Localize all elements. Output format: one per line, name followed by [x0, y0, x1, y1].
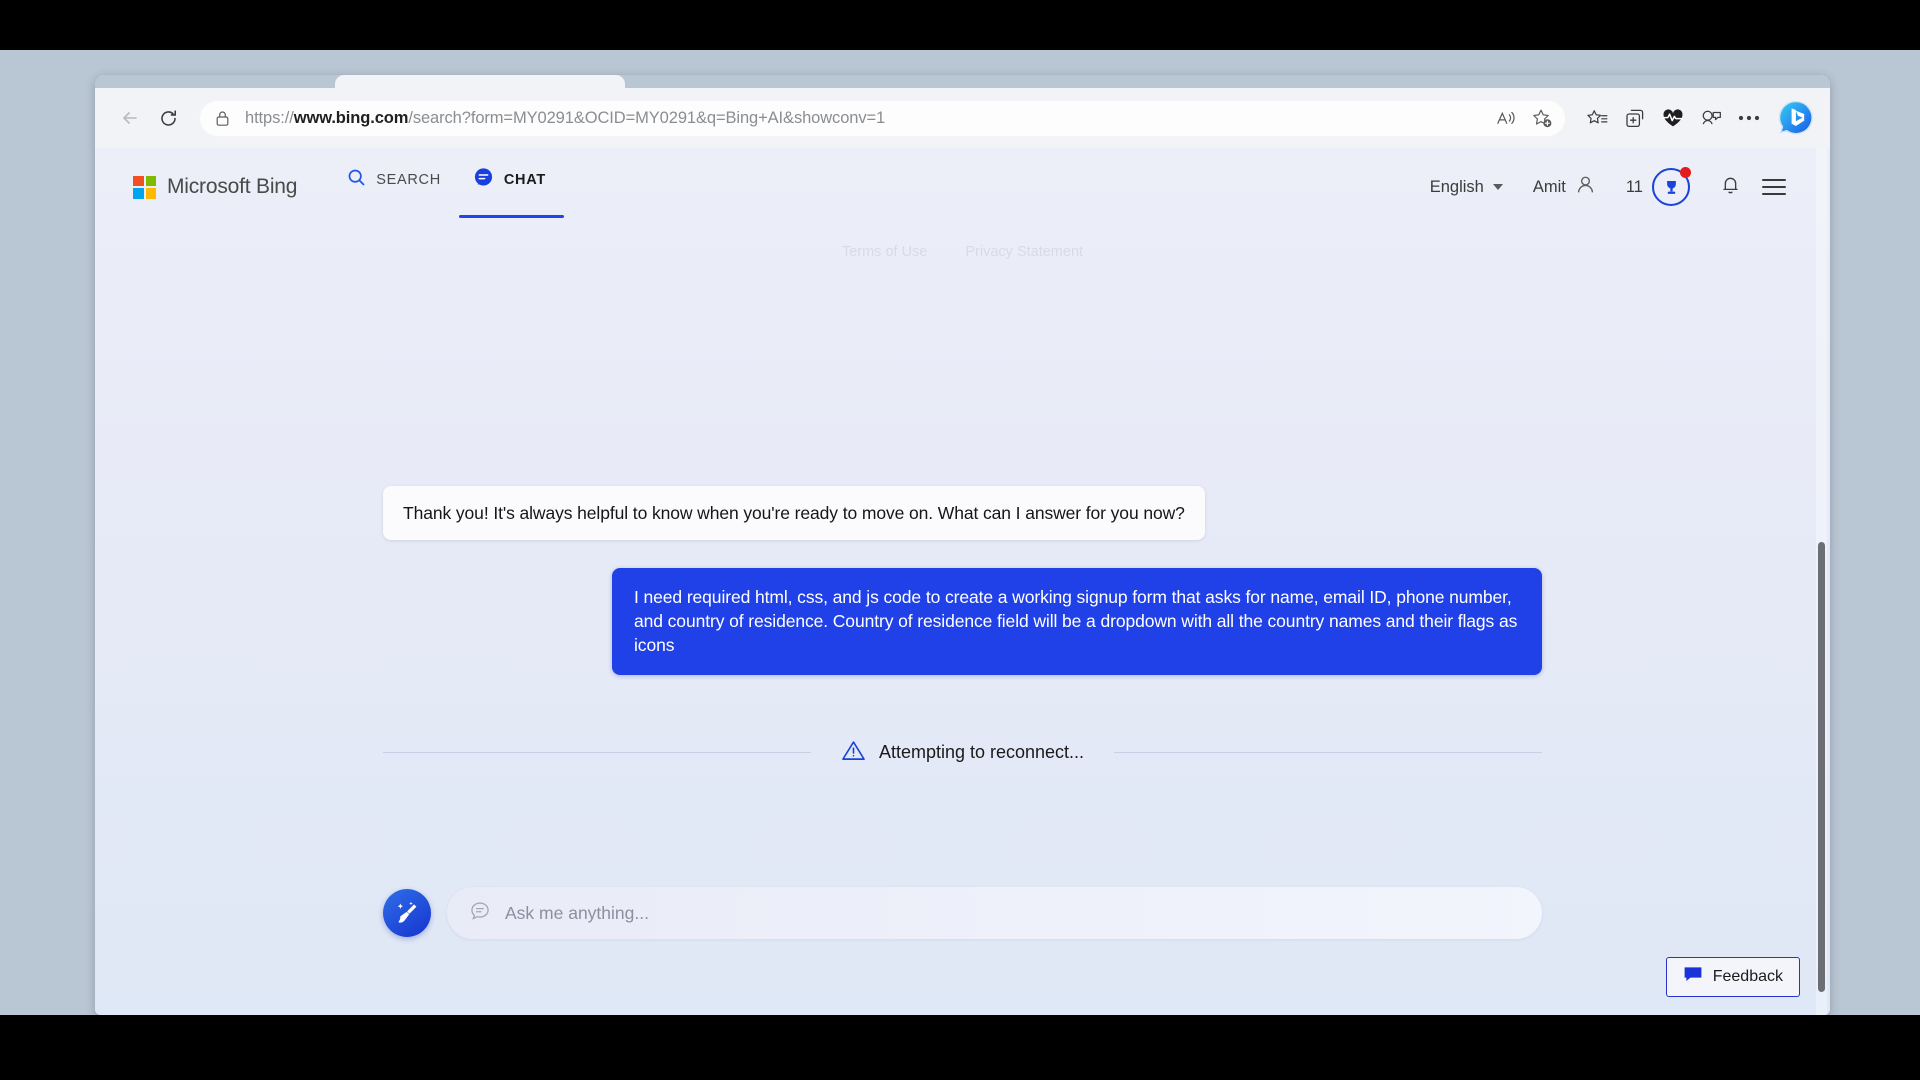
- rewards[interactable]: 11: [1611, 167, 1705, 206]
- microsoft-bing-logo[interactable]: Microsoft Bing: [133, 175, 297, 199]
- message-row-user: I need required html, css, and js code t…: [133, 568, 1792, 675]
- search-icon: [347, 168, 366, 192]
- tab-chat-label: CHAT: [503, 172, 546, 188]
- browser-toolbar: https://www.bing.com/search?form=MY0291&…: [95, 88, 1830, 148]
- copilot-bubbles-icon[interactable]: [1694, 101, 1728, 135]
- address-bar-actions: [1490, 102, 1558, 134]
- notification-dot: [1680, 167, 1691, 178]
- scrollbar-thumb[interactable]: [1818, 542, 1825, 992]
- bing-chat-logo-icon[interactable]: [1776, 98, 1816, 138]
- more-options-icon[interactable]: [1732, 101, 1766, 135]
- bell-icon: [1720, 174, 1741, 201]
- notifications-button[interactable]: [1705, 174, 1756, 201]
- bing-header: Microsoft Bing SEARCH CHAT English Amit …: [95, 148, 1830, 226]
- url-text: https://www.bing.com/search?form=MY0291&…: [245, 108, 886, 127]
- add-favorite-star-icon[interactable]: [1526, 102, 1558, 134]
- user-account[interactable]: Amit: [1518, 174, 1611, 200]
- logo-text: Microsoft Bing: [167, 175, 298, 198]
- legal-links: Terms of Use Privacy Statement: [95, 244, 1830, 260]
- collections-icon[interactable]: [1618, 101, 1652, 135]
- message-row-bot: Thank you! It's always helpful to know w…: [133, 486, 1792, 541]
- terms-of-use-link[interactable]: Terms of Use: [842, 244, 927, 260]
- feedback-bubble-icon: [1683, 966, 1703, 988]
- composer: Ask me anything...: [383, 887, 1542, 939]
- screen: https://www.bing.com/search?form=MY0291&…: [0, 0, 1920, 1080]
- back-button[interactable]: [113, 101, 147, 135]
- reload-button[interactable]: [151, 101, 185, 135]
- browser-tab[interactable]: [335, 75, 625, 89]
- page-viewport: Microsoft Bing SEARCH CHAT English Amit …: [95, 148, 1830, 1015]
- new-topic-button[interactable]: [383, 889, 431, 937]
- bot-message-bubble: Thank you! It's always helpful to know w…: [383, 486, 1205, 541]
- reconnect-status-text: Attempting to reconnect...: [878, 742, 1085, 763]
- browser-tab-strip: [95, 75, 1830, 89]
- browser-window: https://www.bing.com/search?form=MY0291&…: [95, 75, 1830, 1015]
- desktop-background: https://www.bing.com/search?form=MY0291&…: [0, 50, 1920, 1015]
- language-selector[interactable]: English: [1415, 178, 1518, 197]
- bing-header-right: English Amit 11: [1415, 167, 1792, 206]
- hamburger-menu-icon[interactable]: [1756, 179, 1792, 195]
- feedback-label: Feedback: [1712, 968, 1783, 985]
- read-aloud-icon[interactable]: [1490, 102, 1522, 134]
- tab-search-label: SEARCH: [376, 172, 441, 188]
- chevron-down-icon: [1492, 184, 1503, 190]
- feedback-button[interactable]: Feedback: [1665, 957, 1800, 997]
- browser-essentials-heart-icon[interactable]: [1656, 101, 1690, 135]
- lock-icon: [215, 110, 237, 127]
- rewards-points-label: 11: [1625, 177, 1643, 196]
- warning-triangle-icon: [841, 739, 866, 767]
- reconnect-status: Attempting to reconnect...: [383, 739, 1542, 767]
- favorites-list-icon[interactable]: [1580, 101, 1614, 135]
- language-label: English: [1429, 177, 1484, 196]
- user-name-label: Amit: [1532, 177, 1566, 196]
- privacy-statement-link[interactable]: Privacy Statement: [965, 244, 1083, 260]
- chat-input[interactable]: Ask me anything...: [447, 887, 1542, 939]
- chat-input-placeholder: Ask me anything...: [505, 902, 649, 923]
- microsoft-logo-icon: [133, 175, 156, 199]
- bing-nav-tabs: SEARCH CHAT: [333, 156, 564, 218]
- user-message-bubble: I need required html, css, and js code t…: [612, 568, 1542, 675]
- conversation: Thank you! It's always helpful to know w…: [95, 486, 1830, 767]
- tab-search[interactable]: SEARCH: [333, 156, 459, 218]
- tab-chat[interactable]: CHAT: [458, 156, 564, 218]
- address-bar[interactable]: https://www.bing.com/search?form=MY0291&…: [199, 99, 1566, 137]
- chat-bubble-icon: [473, 167, 494, 193]
- person-icon: [1575, 174, 1596, 200]
- rewards-trophy-icon: [1652, 167, 1691, 206]
- chat-bubble-icon: [469, 900, 491, 927]
